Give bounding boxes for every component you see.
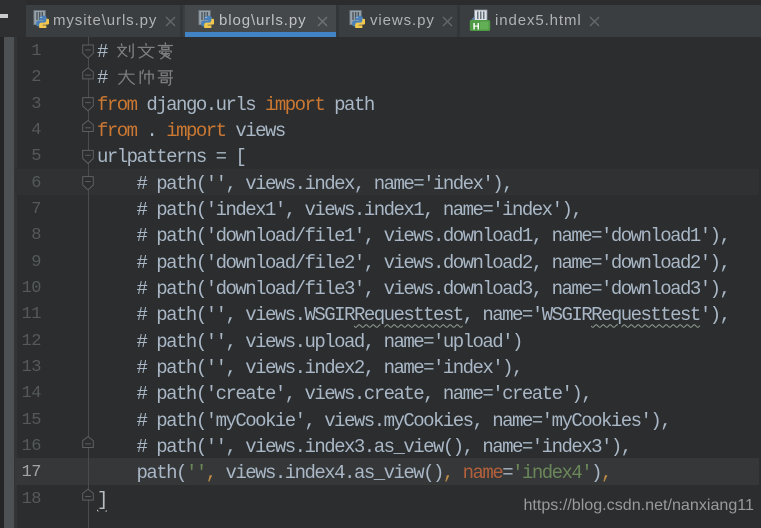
svg-text:H: H — [473, 21, 480, 32]
